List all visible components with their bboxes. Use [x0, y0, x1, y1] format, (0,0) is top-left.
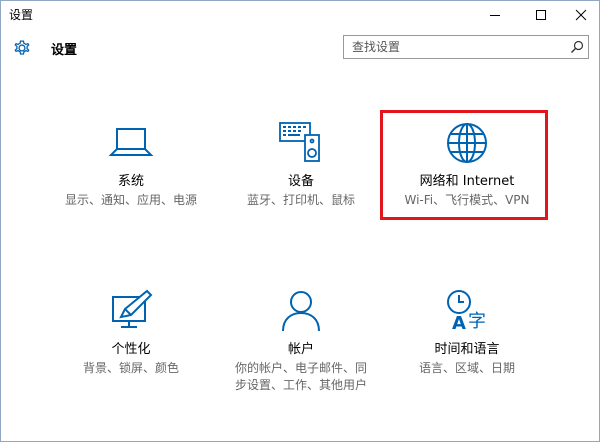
maximize-button[interactable]: [521, 1, 561, 29]
tile-network-name: 网络和 Internet: [419, 174, 515, 189]
tile-time-language[interactable]: A 字 时间和语言 语言、区域、日期: [387, 287, 547, 377]
tile-system[interactable]: 系统 显示、通知、应用、电源: [51, 119, 211, 209]
tile-network-desc: Wi-Fi、飞行模式、VPN: [404, 193, 530, 207]
maximize-icon: [536, 10, 546, 20]
tile-accounts[interactable]: 帐户 你的帐户、电子邮件、同步设置、工作、其他用户: [221, 287, 381, 394]
title-bar[interactable]: 设置: [1, 1, 599, 29]
search-input[interactable]: [348, 38, 562, 56]
person-icon: [282, 291, 320, 332]
gear-icon: [14, 40, 30, 55]
time-language-icon: A 字: [447, 290, 486, 334]
tile-accounts-name: 帐户: [287, 342, 314, 357]
tile-personalization-name: 个性化: [111, 342, 151, 357]
svg-text:A: A: [452, 313, 466, 334]
search-icon[interactable]: [570, 40, 584, 54]
personalization-icon: [112, 289, 153, 328]
tile-system-desc: 显示、通知、应用、电源: [65, 193, 198, 207]
tile-personalization-desc: 背景、锁屏、颜色: [82, 361, 179, 375]
close-button[interactable]: [561, 1, 600, 29]
settings-grid: 系统 显示、通知、应用、电源 设备 蓝牙、打印机、鼠标 网络和 Internet…: [1, 65, 599, 441]
tile-devices-name: 设备: [287, 174, 314, 189]
search-box[interactable]: [343, 35, 589, 59]
tile-accounts-desc: 你的帐户、电子邮件、同步设置、工作、其他用户: [235, 361, 368, 392]
tile-time-language-name: 时间和语言: [434, 342, 500, 357]
globe-icon: [447, 123, 487, 163]
tile-devices[interactable]: 设备 蓝牙、打印机、鼠标: [221, 119, 381, 209]
tile-network[interactable]: 网络和 Internet Wi-Fi、飞行模式、VPN: [387, 119, 547, 209]
tile-devices-desc: 蓝牙、打印机、鼠标: [246, 193, 355, 207]
minimize-icon: [490, 15, 500, 16]
svg-text:字: 字: [468, 311, 486, 332]
tile-time-language-desc: 语言、区域、日期: [418, 361, 515, 375]
devices-icon: [279, 122, 320, 162]
tile-system-name: 系统: [117, 174, 144, 189]
minimize-button[interactable]: [475, 1, 515, 29]
settings-window: 设置 设置 查找设置 系统 显示、通知、应用、电源 设备 蓝牙、打印机、鼠标 网…: [0, 0, 600, 442]
laptop-icon: [108, 128, 154, 156]
settings-header: 设置: [1, 29, 599, 65]
window-title: 设置: [9, 8, 34, 22]
page-title: 设置: [51, 43, 78, 58]
tile-personalization[interactable]: 个性化 背景、锁屏、颜色: [51, 287, 211, 377]
close-icon: [575, 9, 587, 21]
